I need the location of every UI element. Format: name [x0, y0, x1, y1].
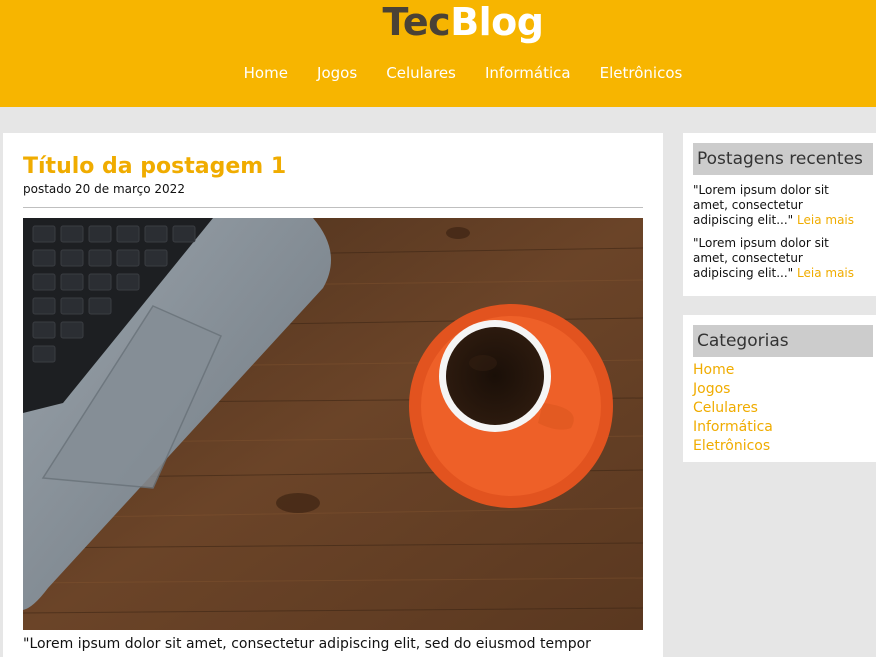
nav-home[interactable]: Home: [244, 62, 288, 84]
main-nav: Home Jogos Celulares Informática Eletrôn…: [0, 62, 876, 84]
category-celulares[interactable]: Celulares: [693, 399, 873, 418]
post-date: postado 20 de março 2022: [23, 182, 185, 196]
recent-post-item: "Lorem ipsum dolor sit amet, consectetur…: [693, 183, 873, 228]
laptop-coffee-photo: [23, 218, 643, 630]
category-informatica[interactable]: Informática: [693, 418, 873, 437]
categories-list: Home Jogos Celulares Informática Eletrôn…: [693, 361, 873, 456]
logo-blog: Blog: [450, 0, 544, 44]
category-item: Eletrônicos: [693, 437, 873, 456]
category-home[interactable]: Home: [693, 361, 873, 380]
site-logo[interactable]: TecBlog: [0, 0, 876, 44]
site-header: TecBlog Home Jogos Celulares Informática…: [0, 0, 876, 107]
category-eletronicos[interactable]: Eletrônicos: [693, 437, 873, 456]
categories-widget: Categorias Home Jogos Celulares Informát…: [683, 315, 876, 462]
recent-posts-widget: Postagens recentes "Lorem ipsum dolor si…: [683, 133, 876, 296]
read-more-link[interactable]: Leia mais: [797, 266, 854, 280]
post-divider: [23, 207, 643, 208]
read-more-link[interactable]: Leia mais: [797, 213, 854, 227]
nav-informatica[interactable]: Informática: [485, 62, 571, 84]
post-card: Título da postagem 1 postado 20 de março…: [3, 133, 663, 657]
nav-eletronicos[interactable]: Eletrônicos: [600, 62, 683, 84]
post-image: [23, 218, 643, 630]
nav-celulares[interactable]: Celulares: [386, 62, 456, 84]
category-item: Informática: [693, 418, 873, 437]
logo-tec: Tec: [382, 0, 451, 44]
recent-posts-title: Postagens recentes: [693, 143, 873, 175]
category-jogos[interactable]: Jogos: [693, 380, 873, 399]
recent-post-item: "Lorem ipsum dolor sit amet, consectetur…: [693, 236, 873, 281]
category-item: Home: [693, 361, 873, 380]
post-excerpt: "Lorem ipsum dolor sit amet, consectetur…: [23, 636, 613, 657]
category-item: Celulares: [693, 399, 873, 418]
nav-jogos[interactable]: Jogos: [317, 62, 357, 84]
categories-title: Categorias: [693, 325, 873, 357]
post-title[interactable]: Título da postagem 1: [23, 153, 643, 181]
category-item: Jogos: [693, 380, 873, 399]
